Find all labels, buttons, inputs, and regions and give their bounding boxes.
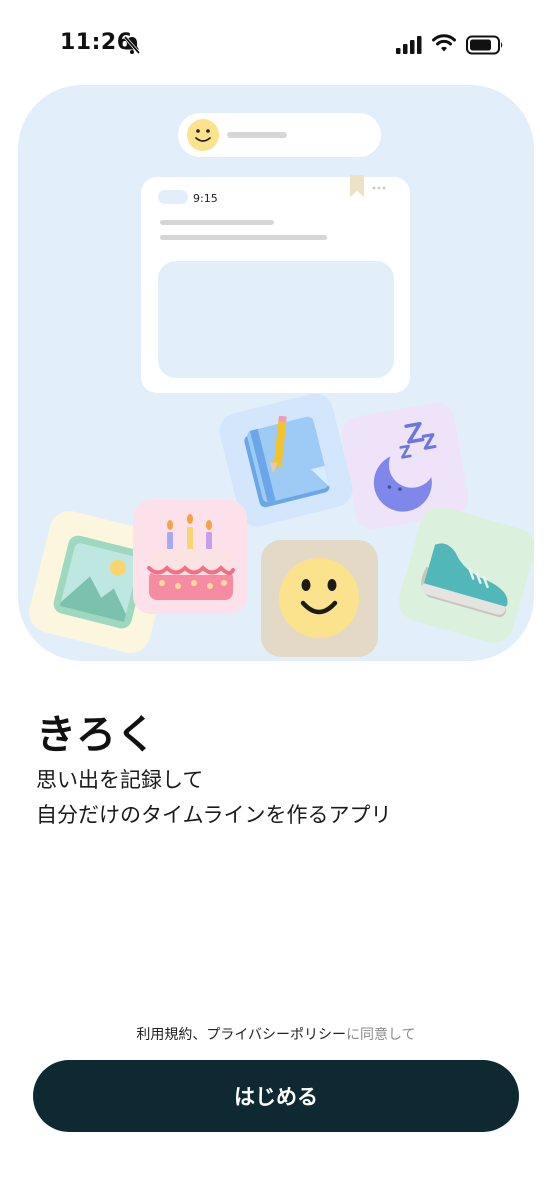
bell-slash-icon	[123, 35, 141, 55]
start-button[interactable]: はじめる	[33, 1060, 519, 1132]
start-button-label: はじめる	[234, 1085, 318, 1109]
status-bar: 11:26	[0, 0, 552, 90]
wifi-icon	[432, 34, 456, 52]
hero-illustration: 9:15	[18, 85, 534, 661]
face-tile	[261, 540, 378, 657]
smiley-face-icon	[187, 119, 219, 151]
terms-of-service-link[interactable]: 利用規約	[136, 1027, 192, 1043]
post-card: 9:15	[141, 175, 410, 393]
terms-agreement: 利用規約、プライバシーポリシーに同意して	[0, 1024, 552, 1044]
hero-artwork: 9:15	[29, 113, 534, 657]
terms-suffix: に同意して	[346, 1027, 416, 1043]
app-title: きろく	[36, 712, 156, 758]
battery-icon	[466, 35, 503, 55]
terms-separator: 、	[192, 1027, 207, 1043]
profile-pill	[178, 113, 381, 157]
smiley-face-icon	[279, 558, 359, 638]
post-time: 9:15	[193, 192, 218, 205]
app-description-line-1: 思い出を記録して	[36, 768, 204, 792]
cellular-signal-icon	[396, 36, 422, 54]
shoe-tile	[398, 506, 534, 643]
app-description-line-2: 自分だけのタイムラインを作るアプリ	[36, 803, 392, 827]
privacy-policy-link[interactable]: プライバシーポリシー	[206, 1027, 346, 1043]
cake-tile	[133, 500, 247, 614]
